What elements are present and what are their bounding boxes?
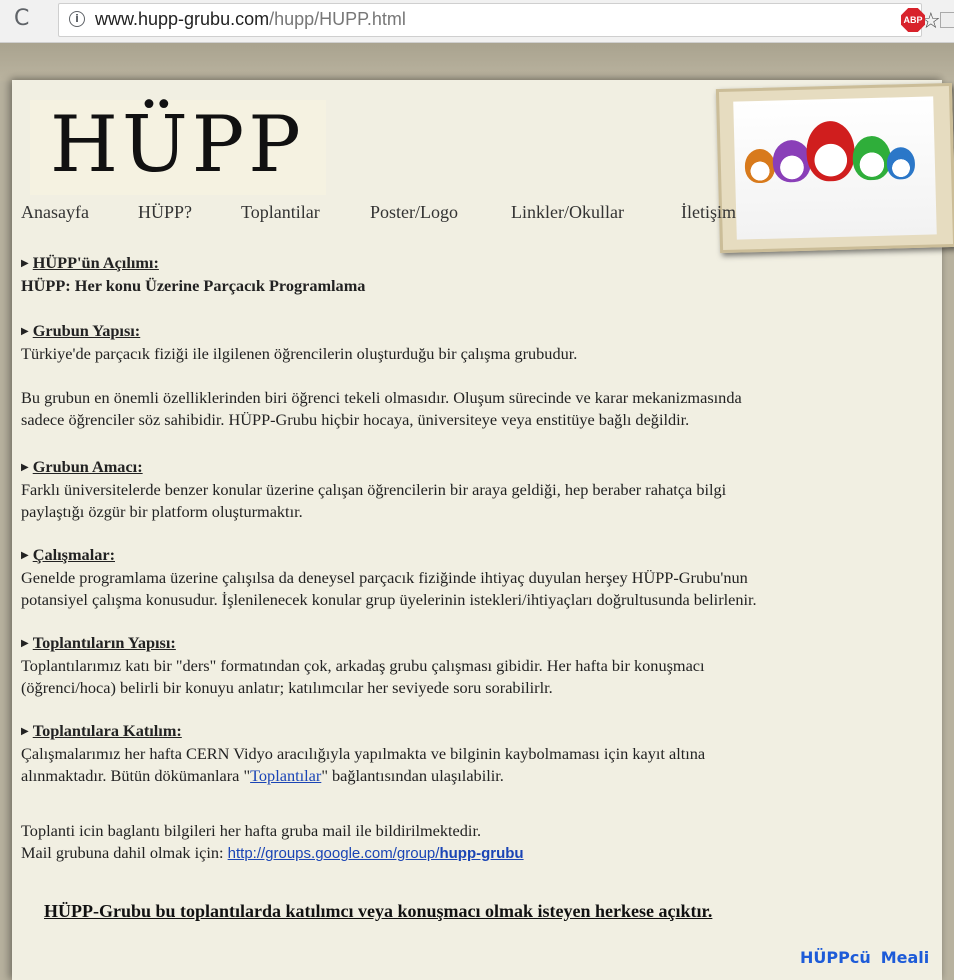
nav-toplantilar[interactable]: Toplantilar xyxy=(241,202,320,223)
section-heading: ▶ HÜPP'ün Açılımı: xyxy=(21,252,365,275)
section-toplanti-yapisi: ▶ Toplantıların Yapısı: Toplantılarımız k… xyxy=(21,632,705,699)
text-fragment: " bağlantısından ulaşılabilir. xyxy=(321,766,504,785)
page-top-band xyxy=(0,43,954,81)
text-fragment: Mail grubuna dahil olmak için: xyxy=(21,843,228,862)
section-text: Çalışmalarımız her hafta CERN Vidyo arac… xyxy=(21,744,706,763)
text-fragment: alınmaktadır. Bütün dökümanlara " xyxy=(21,766,251,785)
site-logo[interactable]: HÜPP xyxy=(50,95,305,195)
heading-text: Toplantılara Katılım: xyxy=(32,721,182,740)
url-host: www.hupp-grubu.com xyxy=(95,9,270,29)
section-heading: ▶ Çalışmalar: xyxy=(21,544,757,567)
section-text: Toplanti icin baglantı bilgileri her haf… xyxy=(21,821,482,840)
penguins-image xyxy=(733,96,937,240)
link-text-bold: hupp-grubu xyxy=(439,845,524,862)
section-heading: ▶ Toplantıların Yapısı: xyxy=(21,632,705,655)
url-text[interactable]: www.hupp-grubu.com/hupp/HUPP.html xyxy=(95,9,406,30)
corner-links: HÜPPcü Meali xyxy=(800,948,939,967)
link-text: http://groups.google.com/group/ xyxy=(227,845,440,862)
section-heading: ▶ Grubun Yapısı: xyxy=(21,320,742,343)
penguin-figure xyxy=(805,120,856,182)
section-text: HÜPP: Her konu Üzerine Parçacık Programl… xyxy=(21,276,366,295)
section-text: Mail grubuna dahil olmak için: http://gr… xyxy=(21,842,524,865)
penguin-figure xyxy=(852,135,892,181)
heading-text: Çalışmalar: xyxy=(32,545,115,564)
section-text: alınmaktadır. Bütün dökümanlara "Toplant… xyxy=(21,765,705,787)
address-bar[interactable]: i www.hupp-grubu.com/hupp/HUPP.html ☆ xyxy=(58,3,941,37)
nav-poster-logo[interactable]: Poster/Logo xyxy=(370,202,458,223)
section-text: paylaştığı özgür bir platform oluşturmak… xyxy=(21,502,303,521)
section-katilim: ▶ Toplantılara Katılım: Çalışmalarımız he… xyxy=(21,720,705,787)
heading-text: HÜPP'ün Açılımı: xyxy=(32,253,159,272)
url-path: /hupp/HUPP.html xyxy=(269,9,406,29)
triangle-icon: ▶ xyxy=(21,638,29,649)
heading-text: Toplantıların Yapısı: xyxy=(32,633,176,652)
open-to-all-note: HÜPP-Grubu bu toplantılarda katılımcı ve… xyxy=(44,901,713,921)
browser-toolbar: C i www.hupp-grubu.com/hupp/HUPP.html ☆ … xyxy=(0,0,954,43)
section-text: (öğrenci/hoca) belirli bir konuyu anlatı… xyxy=(21,678,553,697)
huppcu-link[interactable]: HÜPPcü xyxy=(800,948,871,967)
section-text: Toplantılarımız katı bir "ders" formatın… xyxy=(21,656,705,675)
nav-hupp[interactable]: HÜPP? xyxy=(138,202,192,223)
nav-linkler-okullar[interactable]: Linkler/Okullar xyxy=(511,202,624,223)
section-text: Türkiye'de parçacık fiziği ile ilgilenen… xyxy=(21,344,578,363)
nav-iletisim[interactable]: İletişim xyxy=(681,202,736,223)
section-yapisi: ▶ Grubun Yapısı: Türkiye'de parçacık fizi… xyxy=(21,320,742,431)
section-text: potansiyel çalışma konusudur. İşlenilene… xyxy=(21,590,757,609)
section-amaci: ▶ Grubun Amacı: Farklı üniversitelerde be… xyxy=(21,456,726,523)
penguin-figure xyxy=(886,146,916,180)
section-text: Genelde programlama üzerine çalışılsa da… xyxy=(21,568,748,587)
penguin-figure xyxy=(772,139,812,183)
triangle-icon: ▶ xyxy=(21,462,29,473)
triangle-icon: ▶ xyxy=(21,258,29,269)
triangle-icon: ▶ xyxy=(21,726,29,737)
triangle-icon: ▶ xyxy=(21,326,29,337)
triangle-icon: ▶ xyxy=(21,550,29,561)
reload-icon[interactable]: C xyxy=(14,6,29,32)
section-calismalar: ▶ Çalışmalar: Genelde programlama üzerine… xyxy=(21,544,757,611)
meali-link[interactable]: Meali xyxy=(881,948,930,967)
nav-anasayfa[interactable]: Anasayfa xyxy=(21,202,89,223)
section-acilim: ▶ HÜPP'ün Açılımı: HÜPP: Her konu Üzerine… xyxy=(21,252,365,297)
section-text: Farklı üniversitelerde benzer konular üz… xyxy=(21,480,727,499)
group-photo-frame xyxy=(715,82,954,254)
penguin-figure xyxy=(744,148,776,184)
section-text: Bu grubun en önemli özelliklerinden biri… xyxy=(21,388,742,407)
section-mail: Toplanti icin baglantı bilgileri her haf… xyxy=(21,820,524,865)
section-heading: ▶ Grubun Amacı: xyxy=(21,456,726,479)
heading-text: Grubun Amacı: xyxy=(32,457,143,476)
section-heading: ▶ Toplantılara Katılım: xyxy=(21,720,705,743)
heading-text: Grubun Yapısı: xyxy=(32,321,141,340)
toplantilar-link[interactable]: Toplantılar xyxy=(250,766,321,785)
google-group-link[interactable]: http://groups.google.com/group/hupp-grub… xyxy=(228,845,524,862)
section-text: sadece öğrenciler söz sahibidir. HÜPP-Gr… xyxy=(21,410,690,429)
info-icon[interactable]: i xyxy=(69,11,85,27)
extension-icon[interactable] xyxy=(940,12,954,28)
